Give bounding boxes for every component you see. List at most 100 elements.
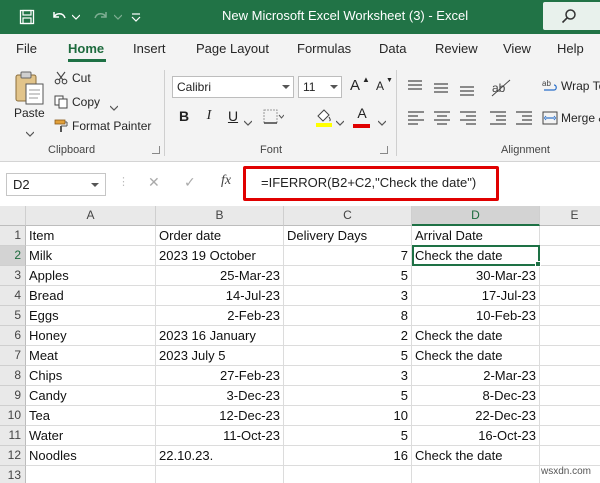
tab-page-layout[interactable]: Page Layout bbox=[196, 41, 269, 56]
cell-a11[interactable]: Water bbox=[26, 426, 156, 446]
borders-icon[interactable] bbox=[262, 108, 285, 126]
name-box[interactable]: D2 bbox=[6, 173, 106, 196]
paste-dropdown-icon[interactable] bbox=[25, 126, 35, 137]
customize-qat-icon[interactable] bbox=[128, 0, 144, 34]
cell-c5[interactable]: 8 bbox=[284, 306, 412, 326]
cell-d5[interactable]: 10-Feb-23 bbox=[412, 306, 540, 326]
tab-data[interactable]: Data bbox=[379, 41, 406, 56]
cell-a9[interactable]: Candy bbox=[26, 386, 156, 406]
cell-d1[interactable]: Arrival Date bbox=[412, 226, 540, 246]
cell-a3[interactable]: Apples bbox=[26, 266, 156, 286]
cell-a8[interactable]: Chips bbox=[26, 366, 156, 386]
tab-home[interactable]: Home bbox=[68, 41, 104, 56]
row-header-7[interactable]: 7 bbox=[0, 346, 26, 366]
cell-b7[interactable]: 2023 July 5 bbox=[156, 346, 284, 366]
cell-c3[interactable]: 5 bbox=[284, 266, 412, 286]
cell-a6[interactable]: Honey bbox=[26, 326, 156, 346]
cell-d4[interactable]: 17-Jul-23 bbox=[412, 286, 540, 306]
search-button[interactable] bbox=[543, 2, 600, 30]
cell-b5[interactable]: 2-Feb-23 bbox=[156, 306, 284, 326]
top-align-icons[interactable]: ab bbox=[406, 76, 536, 100]
cell-c11[interactable]: 5 bbox=[284, 426, 412, 446]
redo-icon[interactable] bbox=[90, 0, 112, 34]
wrap-text-button[interactable]: Wrap Te bbox=[561, 79, 600, 93]
save-icon[interactable] bbox=[16, 0, 38, 34]
italic-button[interactable]: I bbox=[200, 108, 218, 124]
font-color-dropdown-icon[interactable] bbox=[377, 115, 387, 126]
row-header-11[interactable]: 11 bbox=[0, 426, 26, 446]
cell-b6[interactable]: 2023 16 January bbox=[156, 326, 284, 346]
cell-c12[interactable]: 16 bbox=[284, 446, 412, 466]
horizontal-align-icons[interactable] bbox=[406, 108, 536, 130]
cell-b11[interactable]: 11-Oct-23 bbox=[156, 426, 284, 446]
cell-e8[interactable] bbox=[540, 366, 600, 386]
cell-d6[interactable]: Check the date bbox=[412, 326, 540, 346]
underline-dropdown-icon[interactable] bbox=[243, 115, 253, 126]
row-header-6[interactable]: 6 bbox=[0, 326, 26, 346]
undo-icon[interactable] bbox=[48, 0, 70, 34]
cell-d7[interactable]: Check the date bbox=[412, 346, 540, 366]
cell-b3[interactable]: 25-Mar-23 bbox=[156, 266, 284, 286]
cell-e10[interactable] bbox=[540, 406, 600, 426]
row-header-4[interactable]: 4 bbox=[0, 286, 26, 306]
cell-b9[interactable]: 3-Dec-23 bbox=[156, 386, 284, 406]
redo-dropdown-icon[interactable] bbox=[112, 0, 124, 34]
underline-button[interactable]: U bbox=[224, 108, 242, 124]
cell-e1[interactable] bbox=[540, 226, 600, 246]
cell-a5[interactable]: Eggs bbox=[26, 306, 156, 326]
font-launcher-icon[interactable] bbox=[380, 146, 388, 154]
cell-d3[interactable]: 30-Mar-23 bbox=[412, 266, 540, 286]
bold-button[interactable]: B bbox=[175, 108, 193, 124]
cell-b12[interactable]: 22.10.23. bbox=[156, 446, 284, 466]
fill-color-dropdown-icon[interactable] bbox=[335, 115, 345, 126]
cell-d2[interactable]: Check the date bbox=[412, 246, 540, 266]
tab-review[interactable]: Review bbox=[435, 41, 478, 56]
cell-d8[interactable]: 2-Mar-23 bbox=[412, 366, 540, 386]
cell-e5[interactable] bbox=[540, 306, 600, 326]
cell-b1[interactable]: Order date bbox=[156, 226, 284, 246]
row-header-10[interactable]: 10 bbox=[0, 406, 26, 426]
cell-e6[interactable] bbox=[540, 326, 600, 346]
cell-d9[interactable]: 8-Dec-23 bbox=[412, 386, 540, 406]
row-header-3[interactable]: 3 bbox=[0, 266, 26, 286]
cell-a2[interactable]: Milk bbox=[26, 246, 156, 266]
row-header-8[interactable]: 8 bbox=[0, 366, 26, 386]
fill-handle[interactable] bbox=[535, 261, 541, 267]
cell-b10[interactable]: 12-Dec-23 bbox=[156, 406, 284, 426]
cell-e2[interactable] bbox=[540, 246, 600, 266]
paste-button[interactable]: Paste bbox=[14, 106, 45, 120]
cell-c1[interactable]: Delivery Days bbox=[284, 226, 412, 246]
cut-icon[interactable] bbox=[54, 71, 68, 85]
copy-button[interactable]: Copy bbox=[72, 95, 100, 109]
column-header-c[interactable]: C bbox=[284, 206, 412, 226]
copy-icon[interactable] bbox=[54, 95, 68, 109]
cell-e12[interactable] bbox=[540, 446, 600, 466]
column-header-b[interactable]: B bbox=[156, 206, 284, 226]
font-color-button[interactable]: A bbox=[353, 105, 371, 121]
cell-d10[interactable]: 22-Dec-23 bbox=[412, 406, 540, 426]
font-size-select[interactable]: 11 bbox=[298, 76, 342, 98]
font-name-select[interactable]: Calibri bbox=[172, 76, 294, 98]
cell-c6[interactable]: 2 bbox=[284, 326, 412, 346]
cell-c4[interactable]: 3 bbox=[284, 286, 412, 306]
column-header-a[interactable]: A bbox=[26, 206, 156, 226]
cell-d11[interactable]: 16-Oct-23 bbox=[412, 426, 540, 446]
cell-c9[interactable]: 5 bbox=[284, 386, 412, 406]
format-painter-icon[interactable] bbox=[54, 119, 68, 133]
cell-b4[interactable]: 14-Jul-23 bbox=[156, 286, 284, 306]
merge-center-button[interactable]: Merge & bbox=[561, 111, 600, 125]
cell-b13[interactable] bbox=[156, 466, 284, 483]
cell-a13[interactable] bbox=[26, 466, 156, 483]
cell-e9[interactable] bbox=[540, 386, 600, 406]
cut-button[interactable]: Cut bbox=[72, 71, 91, 85]
cell-e3[interactable] bbox=[540, 266, 600, 286]
tab-formulas[interactable]: Formulas bbox=[297, 41, 351, 56]
cell-d12[interactable]: Check the date bbox=[412, 446, 540, 466]
cell-a10[interactable]: Tea bbox=[26, 406, 156, 426]
shrink-font-button[interactable]: A bbox=[376, 79, 384, 93]
cell-e11[interactable] bbox=[540, 426, 600, 446]
cell-c13[interactable] bbox=[284, 466, 412, 483]
insert-function-button[interactable]: fx bbox=[221, 173, 231, 189]
copy-dropdown-icon[interactable] bbox=[109, 100, 119, 111]
row-header-5[interactable]: 5 bbox=[0, 306, 26, 326]
